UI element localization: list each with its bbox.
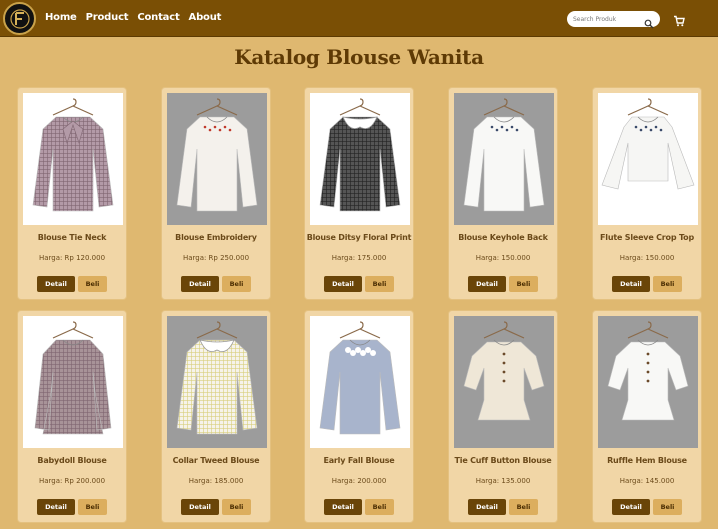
product-card: Tie Cuff Button Blouse Harga: 135.000 Deta… — [448, 310, 558, 523]
product-name: Blouse Tie Neck — [37, 233, 107, 242]
buy-button[interactable]: Beli — [653, 276, 682, 292]
product-price: Harga: 200.000 — [331, 477, 387, 485]
product-name: Early Fall Blouse — [323, 456, 395, 465]
nav-about-link[interactable]: About — [189, 12, 222, 23]
product-name: Babydoll Blouse — [37, 456, 107, 465]
product-actions: Detail Beli — [162, 499, 270, 515]
blouse-image — [454, 316, 554, 448]
product-image[interactable] — [598, 316, 698, 448]
search-box — [567, 11, 660, 29]
product-price: Harga: 175.000 — [331, 254, 387, 262]
product-card: Blouse Keyhole Back Harga: 150.000 Detail B… — [448, 87, 558, 300]
product-actions: Detail Beli — [593, 276, 701, 292]
buy-button[interactable]: Beli — [222, 276, 251, 292]
buy-button[interactable]: Beli — [365, 276, 394, 292]
buy-button[interactable]: Beli — [509, 499, 538, 515]
product-actions: Detail Beli — [449, 499, 557, 515]
product-name: Blouse Embroidery — [175, 233, 257, 242]
product-image[interactable] — [167, 93, 267, 225]
blouse-image — [310, 93, 410, 225]
product-name: Flute Sleeve Crop Top — [600, 233, 694, 242]
product-actions: Detail Beli — [593, 499, 701, 515]
product-card: Flute Sleeve Crop Top Harga: 150.000 Detai… — [592, 87, 702, 300]
product-name: Blouse Ditsy Floral Print — [306, 233, 412, 242]
detail-button[interactable]: Detail — [181, 276, 219, 292]
detail-button[interactable]: Detail — [37, 499, 75, 515]
nav-links: Home Product Contact About — [45, 12, 221, 23]
product-card: Early Fall Blouse Harga: 200.000 Detail Bel… — [304, 310, 414, 523]
brand-logo[interactable] — [3, 2, 36, 35]
cart-icon[interactable] — [673, 12, 685, 27]
blouse-image — [23, 316, 123, 448]
detail-button[interactable]: Detail — [324, 499, 362, 515]
detail-button[interactable]: Detail — [324, 276, 362, 292]
product-image[interactable] — [454, 93, 554, 225]
product-image[interactable] — [23, 316, 123, 448]
product-actions: Detail Beli — [305, 276, 413, 292]
buy-button[interactable]: Beli — [653, 499, 682, 515]
product-price: Harga: 150.000 — [619, 254, 675, 262]
product-price: Harga: 150.000 — [475, 254, 531, 262]
product-image[interactable] — [454, 316, 554, 448]
nav-home-link[interactable]: Home — [45, 12, 77, 23]
buy-button[interactable]: Beli — [365, 499, 394, 515]
product-name: Collar Tweed Blouse — [172, 456, 260, 465]
product-card: Blouse Ditsy Floral Print Harga: 175.000 D… — [304, 87, 414, 300]
search-icon[interactable] — [644, 14, 654, 29]
product-image[interactable] — [310, 316, 410, 448]
blouse-image — [167, 316, 267, 448]
product-card: Babydoll Blouse Harga: Rp 200.000 Detail Be… — [17, 310, 127, 523]
detail-button[interactable]: Detail — [612, 499, 650, 515]
blouse-image — [598, 93, 698, 225]
nav-product-link[interactable]: Product — [86, 12, 129, 23]
product-image[interactable] — [23, 93, 123, 225]
blouse-image — [310, 316, 410, 448]
product-name: Ruffle Hem Blouse — [607, 456, 687, 465]
navbar: Home Product Contact About — [0, 0, 718, 37]
blouse-image — [167, 93, 267, 225]
detail-button[interactable]: Detail — [612, 276, 650, 292]
product-card: Blouse Embroidery Harga: Rp 250.000 Detail… — [161, 87, 271, 300]
product-actions: Detail Beli — [162, 276, 270, 292]
buy-button[interactable]: Beli — [78, 276, 107, 292]
buy-button[interactable]: Beli — [222, 499, 251, 515]
product-image[interactable] — [167, 316, 267, 448]
product-price: Harga: 135.000 — [475, 477, 531, 485]
product-actions: Detail Beli — [18, 499, 126, 515]
search-input[interactable] — [573, 15, 643, 23]
detail-button[interactable]: Detail — [468, 499, 506, 515]
page-title: Katalog Blouse Wanita — [234, 45, 484, 69]
product-actions: Detail Beli — [305, 499, 413, 515]
product-price: Harga: Rp 200.000 — [38, 477, 106, 485]
product-card: Blouse Tie Neck Harga: Rp 120.000 Detail Be… — [17, 87, 127, 300]
product-price: Harga: Rp 120.000 — [38, 254, 106, 262]
product-card: Ruffle Hem Blouse Harga: 145.000 Detail Bel… — [592, 310, 702, 523]
detail-button[interactable]: Detail — [181, 499, 219, 515]
product-actions: Detail Beli — [18, 276, 126, 292]
buy-button[interactable]: Beli — [509, 276, 538, 292]
product-price: Harga: Rp 250.000 — [182, 254, 250, 262]
nav-contact-link[interactable]: Contact — [137, 12, 179, 23]
buy-button[interactable]: Beli — [78, 499, 107, 515]
product-image[interactable] — [310, 93, 410, 225]
blouse-image — [598, 316, 698, 448]
blouse-image — [454, 93, 554, 225]
product-card: Collar Tweed Blouse Harga: 185.000 Detail B… — [161, 310, 271, 523]
detail-button[interactable]: Detail — [468, 276, 506, 292]
product-name: Blouse Keyhole Back — [458, 233, 548, 242]
blouse-image — [23, 93, 123, 225]
product-price: Harga: 185.000 — [188, 477, 244, 485]
product-image[interactable] — [598, 93, 698, 225]
product-actions: Detail Beli — [449, 276, 557, 292]
product-price: Harga: 145.000 — [619, 477, 675, 485]
product-name: Tie Cuff Button Blouse — [454, 456, 552, 465]
detail-button[interactable]: Detail — [37, 276, 75, 292]
